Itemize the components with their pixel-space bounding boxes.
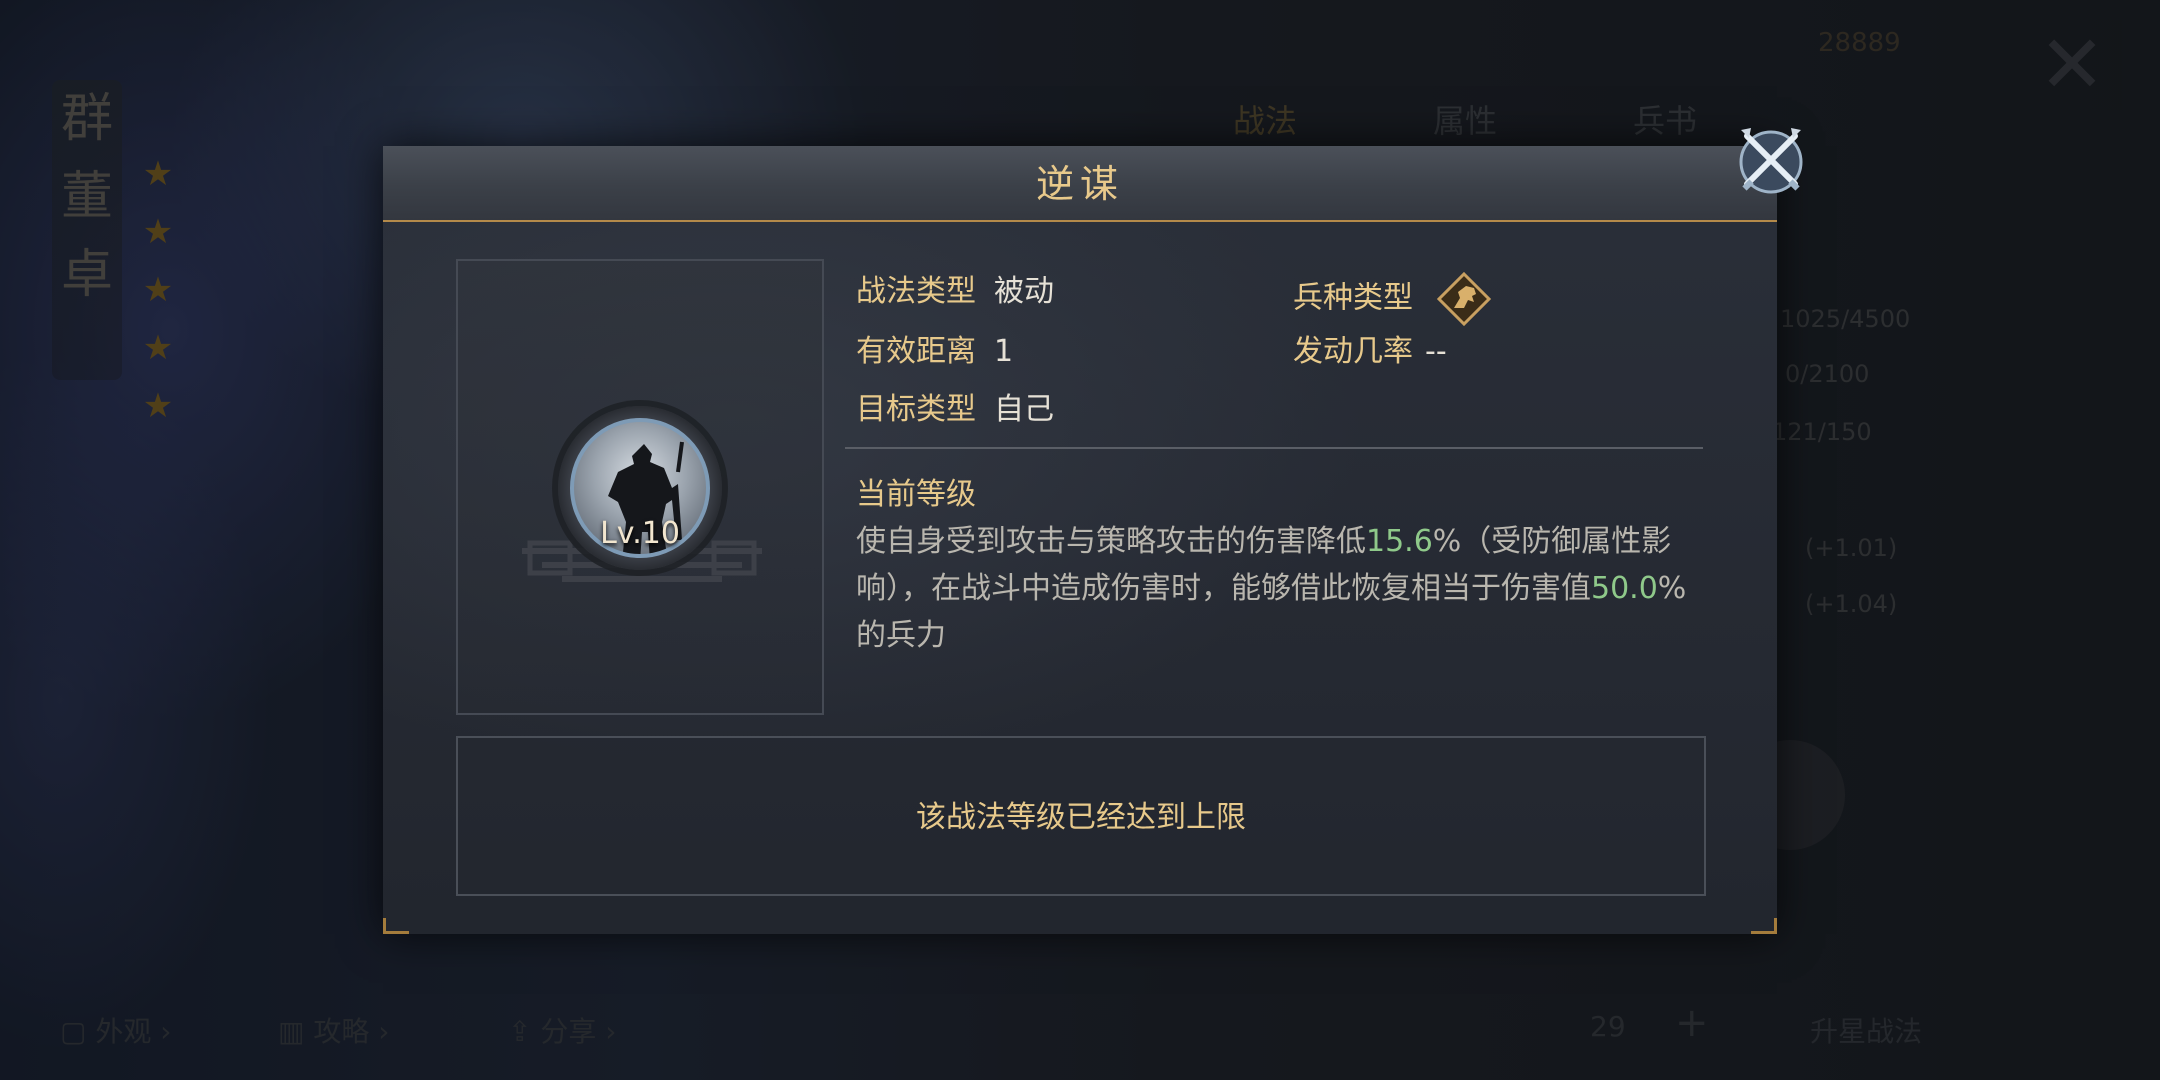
info-divider [845,447,1703,449]
troop-type-label: 兵种类型 [1293,280,1413,316]
max-level-message: 该战法等级已经达到上限 [916,800,1246,835]
range-value: 1 [994,334,1014,369]
range-label: 有效距离 [856,334,976,369]
horse-cavalry-icon [1436,272,1491,326]
range-row: 有效距离 1 [856,332,1013,372]
damage-reduction-value: 15.6 [1366,524,1433,559]
frame-corner-ornament [1751,918,1777,934]
trigger-rate-value: -- [1425,334,1447,369]
skill-type-label: 战法类型 [856,274,976,309]
skill-detail-dialog: 逆谋 Lv.10 战法类型 被动 兵种类型 有效距离 1 发动几率 -- 目标类… [383,146,1777,934]
trigger-rate-row: 发动几率 -- [1293,332,1447,372]
target-type-label: 目标类型 [856,392,976,427]
crossed-swords-close-icon [1739,128,1803,194]
skill-type-row: 战法类型 被动 [856,272,1054,312]
target-type-row: 目标类型 自己 [856,390,1054,430]
dialog-header: 逆谋 [383,146,1777,222]
trigger-rate-label: 发动几率 [1293,334,1413,369]
current-level-heading: 当前等级 [856,477,976,512]
troop-type-row: 兵种类型 [1293,272,1491,326]
level-status-box: 该战法等级已经达到上限 [456,736,1706,896]
skill-description: 使自身受到攻击与策略攻击的伤害降低15.6%（受防御属性影响），在战斗中造成伤害… [856,518,1706,659]
skill-type-value: 被动 [994,274,1054,309]
target-type-value: 自己 [994,392,1054,427]
heal-ratio-value: 50.0 [1591,571,1658,606]
description-text: 使自身受到攻击与策略攻击的伤害降低 [856,524,1366,559]
dialog-title: 逆谋 [1035,162,1124,206]
skill-level-badge: Lv.10 [600,516,680,551]
skill-portrait-panel: Lv.10 [456,259,824,715]
close-button[interactable] [1733,122,1809,198]
skill-icon-frame: Lv.10 [558,406,722,570]
frame-corner-ornament [383,918,409,934]
